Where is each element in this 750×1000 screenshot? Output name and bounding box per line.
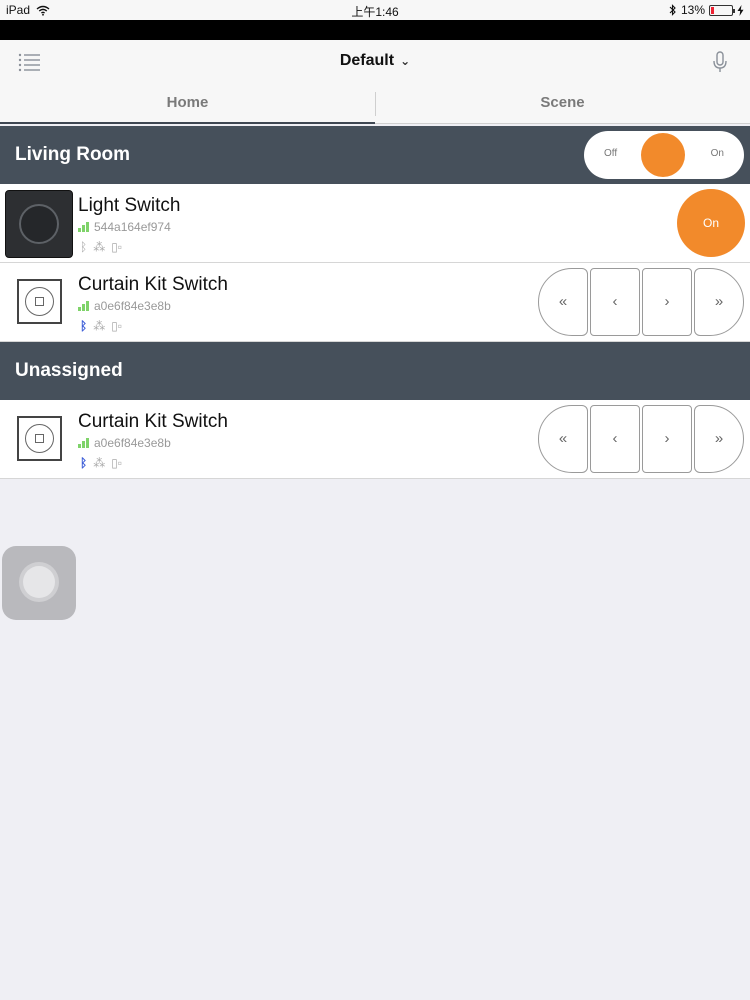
- bluetooth-icon: ᛒ: [80, 240, 88, 254]
- tab-home[interactable]: Home: [0, 84, 375, 124]
- signal-icon: [78, 301, 89, 311]
- dial-icon: [19, 204, 59, 244]
- battery-icon: [709, 4, 735, 16]
- toggle-on-label: On: [710, 148, 724, 159]
- voice-button[interactable]: [710, 50, 730, 74]
- network-title: Default: [339, 52, 395, 69]
- clock: 上午1:46: [351, 5, 399, 19]
- bluetooth-icon: ᛒ: [80, 456, 88, 470]
- device-row-light-switch[interactable]: Light Switch 544a164ef974 ᛒ ⁂ ▯▫ On: [0, 184, 750, 263]
- curtain-thumbnail: [17, 279, 62, 324]
- motion-icon: ⁂: [93, 456, 106, 470]
- light-on-button[interactable]: On: [677, 189, 745, 257]
- battery-fill: [711, 6, 714, 14]
- group-header-living-room: Living Room Off On: [0, 126, 750, 184]
- charging-icon: [737, 4, 744, 16]
- status-bar: iPad 上午1:46 13%: [0, 0, 750, 20]
- curtain-controls: « ‹ › »: [538, 405, 744, 473]
- group-title: Unassigned: [15, 360, 123, 381]
- black-band: [0, 20, 750, 40]
- bluetooth-status-icon: [669, 4, 676, 16]
- device-id: 544a164ef974: [94, 220, 171, 234]
- group-header-unassigned: Unassigned: [0, 342, 750, 400]
- device-id: a0e6f84e3e8b: [94, 436, 171, 450]
- curtain-open-full-button[interactable]: «: [538, 405, 588, 473]
- signal-icon: [78, 222, 89, 232]
- devices-icon: ▯▫: [111, 456, 123, 470]
- toggle-knob[interactable]: [641, 133, 685, 177]
- curtain-controls: « ‹ › »: [538, 268, 744, 336]
- device-row-curtain-kit-switch[interactable]: Curtain Kit Switch a0e6f84e3e8b ᛒ ⁂ ▯▫ «…: [0, 400, 750, 479]
- chevron-down-icon: ⌄: [400, 54, 411, 68]
- signal-icon: [78, 438, 89, 448]
- nav-bar: Default ⌄: [0, 40, 750, 84]
- device-name: Light Switch: [78, 195, 181, 216]
- devices-icon: ▯▫: [111, 319, 123, 333]
- assistive-touch-button[interactable]: [2, 546, 76, 620]
- motion-icon: ⁂: [93, 240, 106, 254]
- device-name: Curtain Kit Switch: [78, 274, 228, 295]
- curtain-close-step-button[interactable]: ›: [642, 268, 692, 336]
- assistive-touch-icon: [23, 566, 55, 598]
- device-row-curtain-kit-switch[interactable]: Curtain Kit Switch a0e6f84e3e8b ᛒ ⁂ ▯▫ «…: [0, 263, 750, 342]
- tab-divider: [375, 92, 376, 116]
- group-power-toggle[interactable]: Off On: [584, 131, 744, 179]
- device-name: Curtain Kit Switch: [78, 411, 228, 432]
- curtain-close-full-button[interactable]: »: [694, 268, 744, 336]
- devices-icon: ▯▫: [111, 240, 123, 254]
- curtain-open-full-button[interactable]: «: [538, 268, 588, 336]
- network-selector[interactable]: Default ⌄: [0, 52, 750, 70]
- device-id: a0e6f84e3e8b: [94, 299, 171, 313]
- toggle-off-label: Off: [604, 148, 618, 159]
- tab-scene[interactable]: Scene: [375, 84, 750, 123]
- microphone-icon: [713, 51, 727, 72]
- curtain-close-step-button[interactable]: ›: [642, 405, 692, 473]
- curtain-thumbnail: [17, 416, 62, 461]
- group-title: Living Room: [15, 144, 131, 165]
- battery-percent: 13%: [680, 3, 705, 17]
- curtain-close-full-button[interactable]: »: [694, 405, 744, 473]
- motion-icon: ⁂: [93, 319, 106, 333]
- curtain-open-step-button[interactable]: ‹: [590, 405, 640, 473]
- light-switch-thumbnail: [5, 190, 73, 258]
- bluetooth-icon: ᛒ: [80, 319, 88, 333]
- curtain-open-step-button[interactable]: ‹: [590, 268, 640, 336]
